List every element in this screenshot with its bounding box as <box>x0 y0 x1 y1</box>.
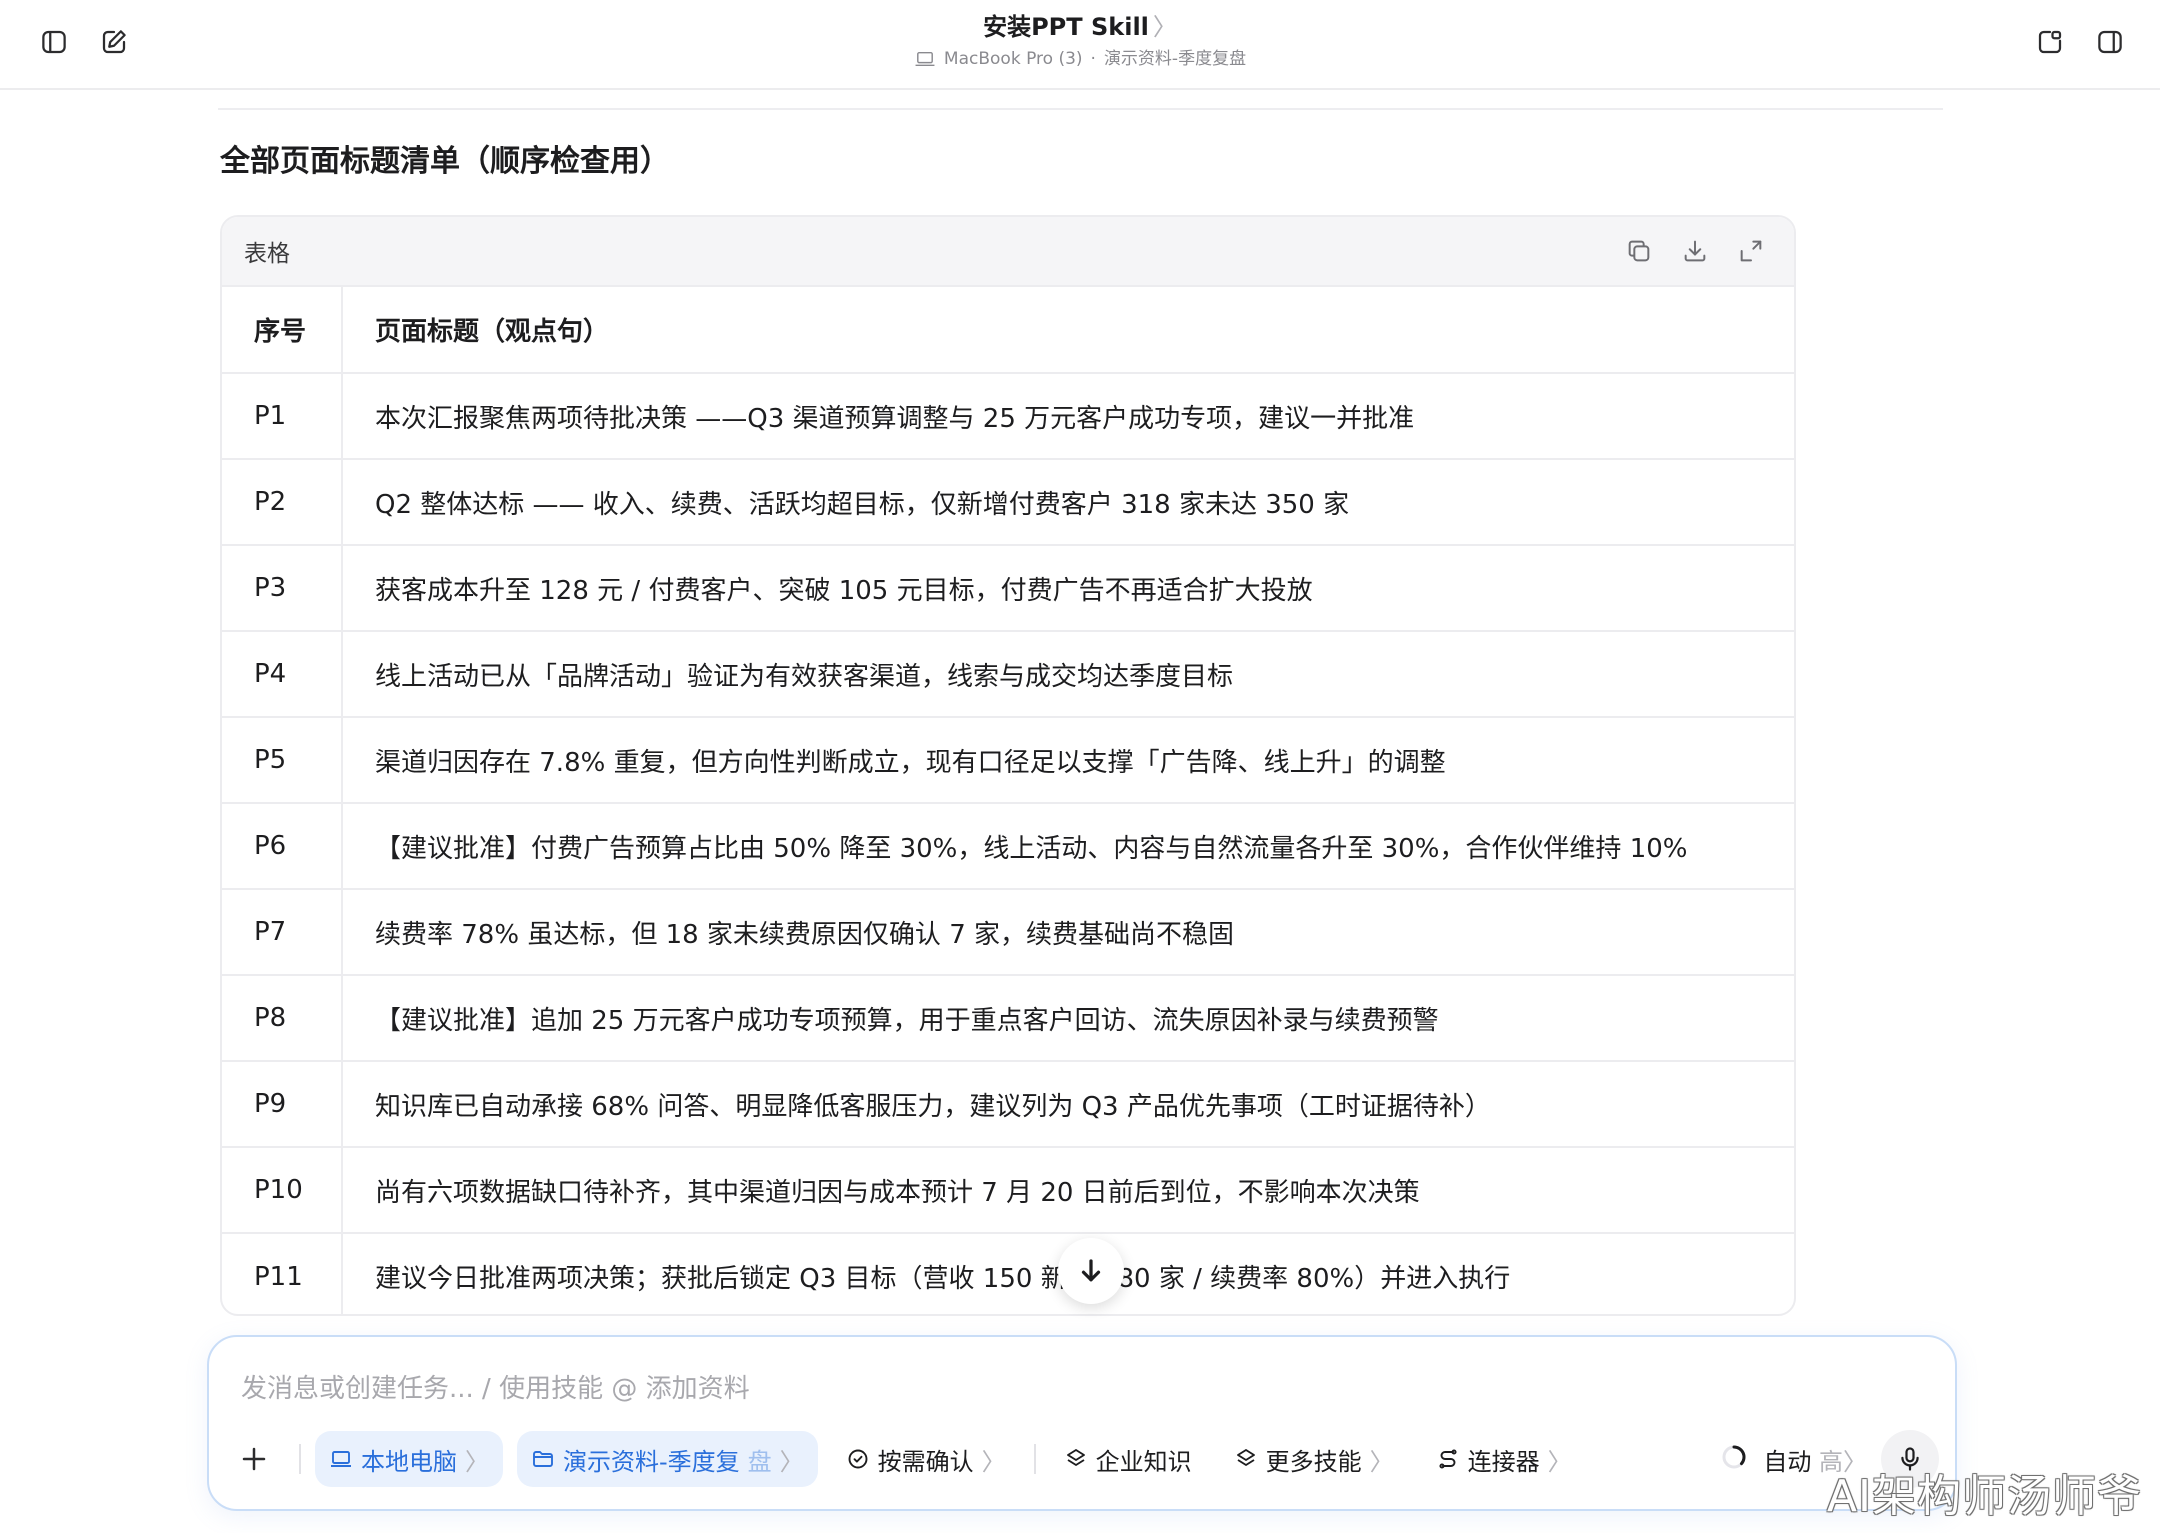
table-row: P1 本次汇报聚焦两项待批决策 ——Q3 渠道预算调整与 25 万元客户成功专项，… <box>222 373 1794 460</box>
connector-icon <box>1439 1449 1457 1469</box>
watermark-text: AI架构师汤师爷 <box>1826 1471 2142 1522</box>
message-input[interactable] <box>241 1369 1641 1409</box>
table-row: P5 渠道归因存在 7.8% 重复，但方向性判断成立，现有口径足以支撑「广告降、线… <box>222 717 1794 804</box>
row-title: 知识库已自动承接 68% 问答、明显降低客服压力，建议列为 Q3 产品优先事项（… <box>342 1061 1794 1148</box>
folder-name: 演示资料-季度复盘 <box>1103 49 1247 69</box>
laptop-icon <box>915 51 935 67</box>
row-index: P1 <box>222 373 343 460</box>
copy-icon[interactable] <box>1622 234 1656 268</box>
scroll-to-bottom-button[interactable] <box>1058 1238 1124 1304</box>
table-header-row: 序号 页面标题（观点句） <box>222 287 1794 374</box>
chevron-right-icon: 〉 <box>981 1447 1006 1476</box>
table-row: P7 续费率 78% 虽达标，但 18 家未续费原因仅确认 7 家，续费基础尚不稳… <box>222 889 1794 976</box>
row-title: 本次汇报聚焦两项待批决策 ——Q3 渠道预算调整与 25 万元客户成功专项，建议… <box>342 373 1794 460</box>
folder-chip[interactable]: 演示资料-季度复盘 〉 <box>517 1431 818 1487</box>
row-index: P2 <box>222 459 343 546</box>
top-bar: 安装PPT Skill 〉 MacBook Pro (3) · 演示资料-季度复盘 <box>0 0 2160 90</box>
right-panel-icon[interactable] <box>2082 14 2138 70</box>
row-index: P6 <box>222 803 343 890</box>
section-title: 全部页面标题清单（顺序检查用） <box>220 144 670 179</box>
table-row: P2 Q2 整体达标 —— 收入、续费、活跃均超目标，仅新增付费客户 318 家未… <box>222 459 1794 546</box>
row-index: P7 <box>222 889 343 976</box>
folder-icon <box>533 1451 553 1467</box>
row-title: 【建议批准】付费广告预算占比由 50% 降至 30%，线上活动、内容与自然流量各… <box>342 803 1794 890</box>
row-title: 获客成本升至 128 元 / 付费客户、突破 105 元目标，付费广告不再适合扩… <box>342 545 1794 632</box>
column-header-title: 页面标题（观点句） <box>342 287 1794 374</box>
row-index: P3 <box>222 545 343 632</box>
table-row: P6 【建议批准】付费广告预算占比由 50% 降至 30%，线上活动、内容与自然流… <box>222 803 1794 890</box>
row-title: 【建议批准】追加 25 万元客户成功专项预算，用于重点客户回访、流失原因补录与续… <box>342 975 1794 1062</box>
laptop-icon <box>331 1451 351 1467</box>
enterprise-knowledge-label: 企业知识 <box>1095 1447 1192 1476</box>
chevron-right-icon: 〉 <box>1547 1447 1572 1476</box>
subtitle-separator: · <box>1090 49 1096 69</box>
row-index: P10 <box>222 1147 343 1234</box>
local-computer-label: 本地电脑 <box>361 1447 457 1476</box>
toolbar-separator <box>299 1444 301 1474</box>
title-chevron-icon: 〉 <box>1152 13 1177 41</box>
row-title: 渠道归因存在 7.8% 重复，但方向性判断成立，现有口径足以支撑「广告降、线上升… <box>342 717 1794 804</box>
table-actions <box>1622 234 1768 268</box>
row-title: 尚有六项数据缺口待补齐，其中渠道归因与成本预计 7 月 20 日前后到位，不影响… <box>342 1147 1794 1234</box>
device-name: MacBook Pro (3) <box>943 49 1083 69</box>
row-index: P9 <box>222 1061 343 1148</box>
loading-spinner-icon <box>1719 1442 1749 1476</box>
folder-chip-label: 演示资料-季度复 <box>563 1447 740 1476</box>
content-divider <box>218 108 1943 110</box>
chevron-right-icon: 〉 <box>779 1447 804 1476</box>
add-button[interactable] <box>229 1434 279 1484</box>
chevron-right-icon: 〉 <box>465 1447 489 1476</box>
table-row: P3 获客成本升至 128 元 / 付费客户、突破 105 元目标，付费广告不再适… <box>222 545 1794 632</box>
table-row: P10 尚有六项数据缺口待补齐，其中渠道归因与成本预计 7 月 20 日前后到位，… <box>222 1147 1794 1234</box>
connectors-label: 连接器 <box>1467 1447 1540 1476</box>
expand-icon[interactable] <box>1734 234 1768 268</box>
window-subtitle: MacBook Pro (3) · 演示资料-季度复盘 <box>914 46 1246 72</box>
layers-icon <box>1236 1449 1255 1466</box>
chevron-right-icon: 〉 <box>1369 1447 1394 1476</box>
local-computer-chip[interactable]: 本地电脑 〉 <box>315 1431 503 1487</box>
titles-table: 序号 页面标题（观点句） P1 本次汇报聚焦两项待批决策 ——Q3 渠道预算调整与… <box>222 287 1794 1314</box>
row-title: Q2 整体达标 —— 收入、续费、活跃均超目标，仅新增付费客户 318 家未达 … <box>342 459 1794 546</box>
column-header-index: 序号 <box>222 287 343 374</box>
row-title: 续费率 78% 虽达标，但 18 家未续费原因仅确认 7 家，续费基础尚不稳固 <box>342 889 1794 976</box>
toolbar-separator <box>1033 1444 1036 1474</box>
message-composer: 本地电脑 〉 演示资料-季度复盘 〉 按需确认 〉 企业知识 更多技能 <box>207 1335 1957 1511</box>
row-index: P4 <box>222 631 343 718</box>
confirm-mode-chip[interactable]: 按需确认 〉 <box>832 1431 1020 1487</box>
row-index: P5 <box>222 717 343 804</box>
row-title: 线上活动已从「品牌活动」验证为有效获客渠道，线索与成交均达季度目标 <box>342 631 1794 718</box>
folder-chip-label-fade: 盘 <box>747 1447 772 1476</box>
row-index: P11 <box>222 1233 343 1314</box>
app-window: 安装PPT Skill 〉 MacBook Pro (3) · 演示资料-季度复盘… <box>0 0 2160 1533</box>
table-toolbar: 表格 <box>222 217 1794 287</box>
preview-window-icon[interactable] <box>2022 14 2078 70</box>
mode-label: 自动 <box>1763 1447 1812 1476</box>
window-title-group: 安装PPT Skill 〉 MacBook Pro (3) · 演示资料-季度复盘 <box>0 10 2160 72</box>
row-index: P8 <box>222 975 343 1062</box>
composer-toolbar: 本地电脑 〉 演示资料-季度复盘 〉 按需确认 〉 企业知识 更多技能 〉 连接… <box>229 1429 1600 1489</box>
window-title-text: 安装PPT Skill <box>983 13 1149 41</box>
confirm-mode-label: 按需确认 <box>877 1447 974 1476</box>
arrow-down-icon <box>1081 1259 1101 1282</box>
check-circle-icon <box>848 1449 868 1469</box>
more-skills-chip[interactable]: 更多技能 〉 <box>1220 1431 1408 1487</box>
table-row: P9 知识库已自动承接 68% 问答、明显降低客服压力，建议列为 Q3 产品优先事… <box>222 1061 1794 1148</box>
table-body: P1 本次汇报聚焦两项待批决策 ——Q3 渠道预算调整与 25 万元客户成功专项，… <box>222 373 1794 1314</box>
plus-icon <box>242 1447 266 1471</box>
table-row: P8 【建议批准】追加 25 万元客户成功专项预算，用于重点客户回访、流失原因补录… <box>222 975 1794 1062</box>
table-row: P11 建议今日批准两项决策；获批后锁定 Q3 目标（营收 150 新增 380 … <box>222 1233 1794 1314</box>
connectors-chip[interactable]: 连接器 〉 <box>1422 1431 1586 1487</box>
table-row: P4 线上活动已从「品牌活动」验证为有效获客渠道，线索与成交均达季度目标 <box>222 631 1794 718</box>
enterprise-knowledge-chip[interactable]: 企业知识 <box>1050 1431 1206 1487</box>
more-skills-label: 更多技能 <box>1265 1447 1362 1476</box>
table-label: 表格 <box>244 241 290 267</box>
window-title[interactable]: 安装PPT Skill 〉 <box>0 10 2160 44</box>
table-card: 表格 序号 页面标题（观点句） P1 本次汇报聚焦两项待批决策 ——Q3 渠道预… <box>220 215 1796 1316</box>
layers-icon <box>1066 1449 1085 1466</box>
download-icon[interactable] <box>1678 234 1712 268</box>
